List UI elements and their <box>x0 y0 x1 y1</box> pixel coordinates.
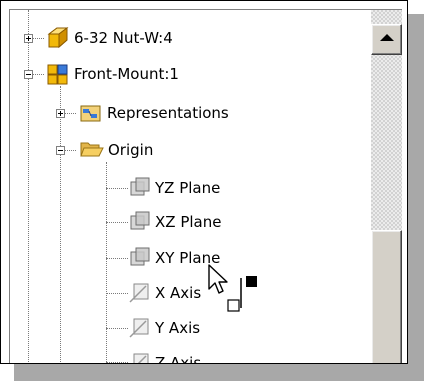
tree-item-label: Front-Mount:1 <box>74 65 179 83</box>
screenshot-frame: 6-32 Nut-W:4 Front-Mount:1 Representatio… <box>0 0 408 364</box>
folder-open-icon <box>80 142 104 157</box>
tree-item-label: YZ Plane <box>155 179 221 197</box>
plane-icon <box>130 247 150 266</box>
tree-line <box>106 293 128 294</box>
axis-icon <box>133 353 149 363</box>
tree-line <box>106 222 128 223</box>
collapse-minus-icon[interactable] <box>24 70 33 79</box>
model-browser-tree: 6-32 Nut-W:4 Front-Mount:1 Representatio… <box>10 10 371 364</box>
tree-line-origin <box>106 162 107 363</box>
expand-plus-icon[interactable] <box>24 34 33 43</box>
mouse-pointer-icon <box>208 264 228 294</box>
tree-item-label: Z Axis <box>155 354 202 364</box>
representations-icon <box>80 105 101 122</box>
plane-icon <box>130 211 150 230</box>
tree-item-label: XZ Plane <box>155 213 222 231</box>
tree-line <box>106 362 128 363</box>
tree-item-label: Origin <box>108 141 154 159</box>
tree-line-front-mount <box>60 86 61 363</box>
axis-icon <box>129 318 149 338</box>
tree-item-label: Y Axis <box>155 319 201 337</box>
vertical-scrollbar[interactable] <box>371 10 402 363</box>
tree-line <box>106 188 128 189</box>
assembly-icon <box>47 64 68 85</box>
collapse-minus-icon[interactable] <box>56 146 65 155</box>
tree-item-label: Representations <box>107 104 229 122</box>
tree-line-root <box>28 10 29 363</box>
arrow-up-icon <box>380 34 394 41</box>
scrollbar-thumb[interactable] <box>371 230 402 363</box>
part-icon <box>47 27 69 49</box>
expand-plus-icon[interactable] <box>56 109 65 118</box>
tree-line <box>106 328 128 329</box>
plane-icon <box>130 177 150 196</box>
tree-item-label: 6-32 Nut-W:4 <box>74 29 173 47</box>
scroll-up-button[interactable] <box>371 24 402 55</box>
tree-item-label: X Axis <box>155 284 202 302</box>
axis-icon <box>129 283 149 303</box>
browser-panel: 6-32 Nut-W:4 Front-Mount:1 Representatio… <box>9 9 402 364</box>
tree-line <box>106 258 128 259</box>
